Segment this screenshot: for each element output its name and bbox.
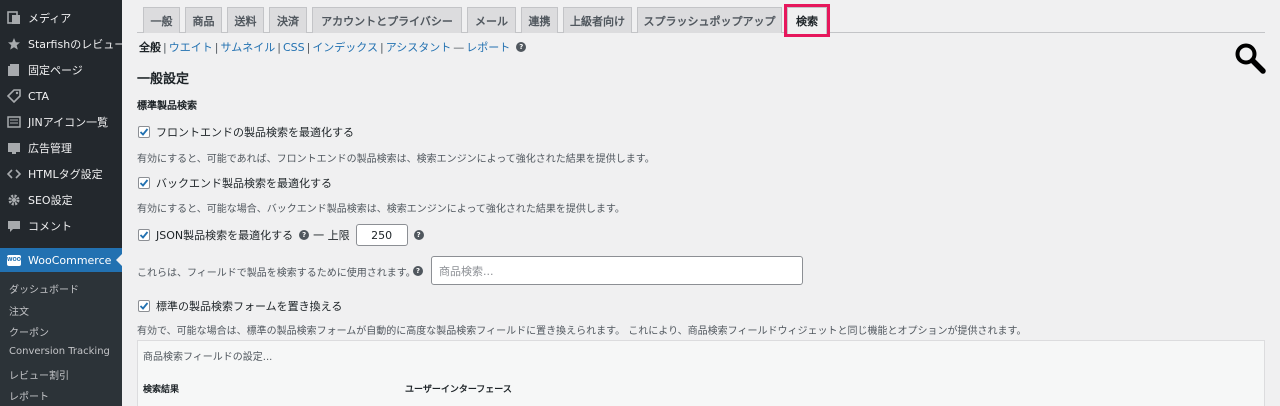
json-description: これらは、フィールドで製品を検索するために使用されます。 xyxy=(137,268,416,279)
submenu-review-discount[interactable]: レビュー割引 xyxy=(9,367,69,382)
sidebar-item-starfish-review[interactable]: Starfishのレビュー xyxy=(0,31,122,57)
search-icon xyxy=(1235,43,1266,74)
panel-col-search-results: 検索結果 xyxy=(143,385,180,395)
settings-tabs: 一般 商品 送料 決済 アカウントとプライバシー メール 連携 上級者向け スプ… xyxy=(137,4,1265,37)
tab-advanced[interactable]: 上級者向け xyxy=(563,7,632,33)
code-icon xyxy=(6,166,22,182)
sidebar-item-pages[interactable]: 固定ページ xyxy=(0,57,122,83)
subsection-title: 標準製品検索 xyxy=(137,101,197,112)
list-icon xyxy=(6,114,22,130)
sidebar-item-jin-icons[interactable]: JINアイコン一覧 xyxy=(0,109,122,135)
panel-title: 商品検索フィールドの設定... xyxy=(143,352,273,363)
sidebar-item-label: SEO設定 xyxy=(28,194,73,207)
tab-shipping[interactable]: 送料 xyxy=(227,7,264,33)
sidebar-item-label: コメント xyxy=(28,220,72,233)
submenu-orders[interactable]: 注文 xyxy=(9,303,29,318)
backend-label: バックエンド製品検索を最適化する xyxy=(156,177,332,190)
sublink-weights[interactable]: ウエイト xyxy=(169,39,213,55)
tab-search[interactable]: 検索 xyxy=(784,4,830,37)
search-field-settings-panel: 商品検索フィールドの設定... 検索結果 ユーザーインターフェース xyxy=(137,340,1265,406)
admin-sidebar: メディア Starfishのレビュー 固定ページ CTA JINアイコン一覧 広… xyxy=(0,0,122,406)
frontend-checkbox[interactable] xyxy=(138,126,150,138)
sublink-assistant[interactable]: アシスタント xyxy=(386,39,452,55)
ad-icon xyxy=(6,140,22,156)
backend-checkbox[interactable] xyxy=(138,177,150,189)
sidebar-item-html-tags[interactable]: HTMLタグ設定 xyxy=(0,161,122,187)
tab-general[interactable]: 一般 xyxy=(143,7,180,33)
replace-label: 標準の製品検索フォームを置き換える xyxy=(156,300,343,313)
comment-icon xyxy=(6,218,22,234)
woocommerce-submenu: ダッシュボード 注文 クーポン Conversion Tracking レビュー… xyxy=(0,272,122,406)
tab-accounts-privacy[interactable]: アカウントとプライバシー xyxy=(312,7,462,33)
tab-products[interactable]: 商品 xyxy=(185,7,222,33)
help-icon[interactable]: ? xyxy=(299,230,310,240)
star-icon xyxy=(6,36,22,52)
tab-emails[interactable]: メール xyxy=(467,7,516,33)
sidebar-item-label: JINアイコン一覧 xyxy=(28,116,109,129)
submenu-coupons[interactable]: クーポン xyxy=(9,324,49,339)
sublink-thumbnails[interactable]: サムネイル xyxy=(220,39,275,55)
woocommerce-icon: WOO xyxy=(6,252,22,268)
sidebar-item-woocommerce[interactable]: WOO WooCommerce xyxy=(0,248,122,272)
section-sublinks: 全般 | ウエイト | サムネイル | CSS | インデックス | アシスタン… xyxy=(139,39,527,55)
product-search-input[interactable]: 商品検索... xyxy=(431,256,803,285)
replace-checkbox[interactable] xyxy=(138,300,150,312)
sublink-general[interactable]: 全般 xyxy=(139,39,161,55)
sidebar-item-seo[interactable]: SEO設定 xyxy=(0,187,122,213)
tab-splash-popup[interactable]: スプラッシュポップアップ xyxy=(637,7,782,33)
section-title: 一般設定 xyxy=(137,72,190,87)
limit-input[interactable]: 250 xyxy=(355,224,408,246)
sidebar-item-media[interactable]: メディア xyxy=(0,5,122,31)
media-icon xyxy=(6,10,22,26)
json-label: JSON製品検索を最適化する xyxy=(156,229,294,242)
panel-col-user-interface: ユーザーインターフェース xyxy=(405,385,512,395)
sidebar-item-label: 広告管理 xyxy=(28,142,72,155)
option-backend: バックエンド製品検索を最適化する xyxy=(138,175,332,191)
option-json: JSON製品検索を最適化する ? 一 上限 250 ? xyxy=(138,224,424,246)
sidebar-item-label: WooCommerce xyxy=(28,253,112,267)
tag-icon xyxy=(6,88,22,104)
submenu-dashboard[interactable]: ダッシュボード xyxy=(9,281,79,296)
submenu-conversion-tracking[interactable]: Conversion Tracking xyxy=(9,346,110,357)
sidebar-item-comments[interactable]: コメント xyxy=(0,213,122,239)
replace-description: 有効で、可能な場合は、標準の製品検索フォームが自動的に高度な製品検索フィールドに… xyxy=(137,326,1027,337)
frontend-description: 有効にすると、可能であれば、フロントエンドの製品検索は、検索エンジンによって強化… xyxy=(137,154,655,165)
option-frontend: フロントエンドの製品検索を最適化する xyxy=(138,124,354,140)
sublink-reports[interactable]: レポート xyxy=(466,39,510,55)
page-icon xyxy=(6,62,22,78)
sidebar-item-label: HTMLタグ設定 xyxy=(28,168,103,181)
tab-payments[interactable]: 決済 xyxy=(269,7,307,33)
sidebar-item-label: Starfishのレビュー xyxy=(28,38,122,51)
sidebar-item-label: CTA xyxy=(28,89,50,103)
tab-integration[interactable]: 連携 xyxy=(521,7,558,33)
option-replace-form: 標準の製品検索フォームを置き換える xyxy=(138,298,342,314)
sublink-css[interactable]: CSS xyxy=(283,41,305,54)
sidebar-item-label: 固定ページ xyxy=(28,64,83,77)
help-icon[interactable]: ? xyxy=(516,42,527,52)
help-icon[interactable]: ? xyxy=(413,230,424,240)
backend-description: 有効にすると、可能な場合、バックエンド製品検索は、検索エンジンによって強化された… xyxy=(137,204,625,215)
limit-label: 一 上限 xyxy=(313,229,350,242)
submenu-reports[interactable]: レポート xyxy=(9,388,49,403)
help-icon[interactable]: ? xyxy=(413,266,423,276)
sidebar-item-cta[interactable]: CTA xyxy=(0,83,122,109)
sidebar-item-label: メディア xyxy=(28,12,72,25)
sublink-index[interactable]: インデックス xyxy=(312,39,378,55)
frontend-label: フロントエンドの製品検索を最適化する xyxy=(156,126,354,139)
gear-icon xyxy=(6,192,22,208)
sidebar-item-ads[interactable]: 広告管理 xyxy=(0,135,122,161)
json-checkbox[interactable] xyxy=(138,229,150,241)
